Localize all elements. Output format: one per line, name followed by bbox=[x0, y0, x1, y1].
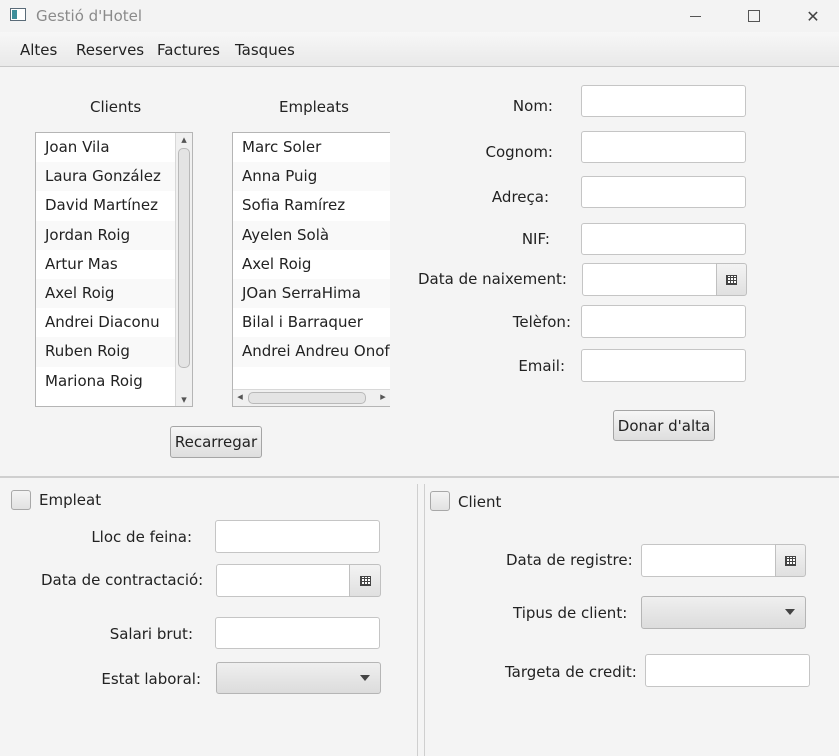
nom-field[interactable] bbox=[581, 85, 746, 117]
phone-label: Telèfon: bbox=[512, 313, 571, 331]
employees-list[interactable]: Marc Soler Anna Puig Sofia Ramírez Ayelen S… bbox=[232, 132, 390, 407]
menu-altes[interactable]: Altes bbox=[20, 41, 57, 59]
employees-hscrollbar[interactable]: ◂ ▸ bbox=[233, 389, 390, 406]
employee-checkbox-label: Empleat bbox=[39, 491, 102, 509]
cognom-field[interactable] bbox=[581, 131, 746, 163]
registry-date-label: Data de registre: bbox=[506, 551, 633, 569]
hire-date-field[interactable] bbox=[216, 564, 352, 597]
reload-button[interactable]: Recarregar bbox=[170, 426, 262, 458]
maximize-button[interactable] bbox=[731, 0, 777, 32]
scroll-right-icon[interactable]: ▸ bbox=[376, 390, 390, 403]
employees-items: Marc Soler Anna Puig Sofia Ramírez Ayelen S… bbox=[233, 133, 390, 367]
menu-reserves[interactable]: Reserves bbox=[76, 41, 144, 59]
employee-list-item[interactable]: JOan SerraHima bbox=[233, 278, 390, 309]
email-field[interactable] bbox=[581, 349, 746, 382]
email-label: Email: bbox=[518, 357, 565, 375]
job-field[interactable] bbox=[215, 520, 380, 553]
menu-factures[interactable]: Factures bbox=[157, 41, 220, 59]
close-icon: ✕ bbox=[806, 6, 820, 26]
close-button[interactable]: ✕ bbox=[790, 0, 836, 32]
employee-list-item[interactable]: Bilal i Barraquer bbox=[233, 308, 390, 337]
client-type-label: Tipus de client: bbox=[513, 604, 628, 622]
employees-heading: Empleats bbox=[279, 98, 349, 116]
panel-divider-right bbox=[424, 484, 425, 756]
client-list-item[interactable]: Axel Roig bbox=[36, 278, 192, 309]
client-list-item[interactable]: Laura González bbox=[36, 162, 192, 192]
title-bar: Gestió d'Hotel ✕ bbox=[0, 0, 839, 32]
client-list-item[interactable]: Ruben Roig bbox=[36, 337, 192, 367]
clients-scrollbar[interactable]: ▴ ▾ bbox=[175, 133, 192, 406]
employee-list-item[interactable]: Sofia Ramírez bbox=[233, 191, 390, 220]
window-title: Gestió d'Hotel bbox=[36, 7, 143, 25]
client-checkbox[interactable] bbox=[430, 491, 450, 511]
clients-heading: Clients bbox=[90, 98, 142, 116]
client-list-item[interactable]: Mariona Roig bbox=[36, 367, 192, 396]
birth-date-label: Data de naixement: bbox=[418, 270, 567, 288]
calendar-icon bbox=[785, 555, 796, 566]
clients-list[interactable]: Joan Vila Laura González David Martínez Jor… bbox=[35, 132, 193, 407]
registry-date-picker-button[interactable] bbox=[775, 544, 806, 577]
app-window-icon bbox=[10, 8, 26, 21]
job-label: Lloc de feina: bbox=[91, 528, 192, 546]
calendar-icon bbox=[726, 274, 737, 285]
employee-list-item[interactable]: Andrei Andreu Onofre bbox=[233, 337, 390, 367]
chevron-down-icon bbox=[360, 675, 370, 681]
client-list-item[interactable]: David Martínez bbox=[36, 191, 192, 220]
birth-date-field[interactable] bbox=[582, 263, 718, 296]
status-label: Estat laboral: bbox=[101, 670, 201, 688]
submit-button[interactable]: Donar d'alta bbox=[613, 410, 715, 441]
hire-date-picker-button[interactable] bbox=[349, 564, 381, 597]
client-type-combobox[interactable] bbox=[641, 596, 806, 629]
nom-label: Nom: bbox=[512, 97, 553, 115]
credit-card-field[interactable] bbox=[645, 654, 810, 687]
birth-date-picker-button[interactable] bbox=[716, 263, 747, 296]
scrollbar-thumb[interactable] bbox=[248, 392, 366, 404]
panel-divider-left bbox=[417, 484, 418, 756]
client-list-item[interactable]: Jordan Roig bbox=[36, 220, 192, 250]
maximize-icon bbox=[748, 10, 760, 22]
cognom-label: Cognom: bbox=[485, 143, 553, 161]
hire-date-label: Data de contractació: bbox=[41, 571, 204, 589]
employee-list-item[interactable]: Ayelen Solà bbox=[233, 220, 390, 250]
adreca-label: Adreça: bbox=[491, 188, 549, 206]
nif-field[interactable] bbox=[581, 223, 746, 255]
employee-list-item[interactable]: Axel Roig bbox=[233, 250, 390, 279]
chevron-down-icon bbox=[785, 609, 795, 615]
section-divider bbox=[0, 476, 839, 478]
adreca-field[interactable] bbox=[581, 176, 746, 208]
registry-date-field[interactable] bbox=[641, 544, 777, 577]
client-list-item[interactable]: Artur Mas bbox=[36, 250, 192, 279]
salary-label: Salari brut: bbox=[109, 625, 193, 643]
employee-list-item[interactable]: Marc Soler bbox=[233, 133, 390, 162]
credit-card-label: Targeta de credit: bbox=[505, 663, 637, 681]
employee-list-item[interactable]: Anna Puig bbox=[233, 162, 390, 192]
client-checkbox-label: Client bbox=[458, 493, 502, 511]
salary-field[interactable] bbox=[215, 617, 380, 649]
phone-field[interactable] bbox=[581, 305, 746, 338]
minimize-button[interactable] bbox=[672, 0, 718, 32]
menu-tasques[interactable]: Tasques bbox=[235, 41, 295, 59]
client-list-item[interactable]: Andrei Diaconu bbox=[36, 308, 192, 337]
scrollbar-thumb[interactable] bbox=[178, 148, 190, 368]
status-combobox[interactable] bbox=[216, 662, 381, 694]
nif-label: NIF: bbox=[521, 230, 550, 248]
menu-bar: Altes Reserves Factures Tasques bbox=[0, 32, 839, 67]
minimize-icon bbox=[689, 15, 701, 17]
clients-items: Joan Vila Laura González David Martínez Jor… bbox=[36, 133, 192, 396]
calendar-icon bbox=[359, 575, 371, 586]
scroll-down-icon[interactable]: ▾ bbox=[177, 393, 191, 406]
employee-checkbox[interactable] bbox=[11, 490, 31, 510]
scroll-left-icon[interactable]: ◂ bbox=[233, 390, 247, 403]
client-list-item[interactable]: Joan Vila bbox=[36, 133, 192, 162]
scroll-up-icon[interactable]: ▴ bbox=[177, 133, 191, 146]
